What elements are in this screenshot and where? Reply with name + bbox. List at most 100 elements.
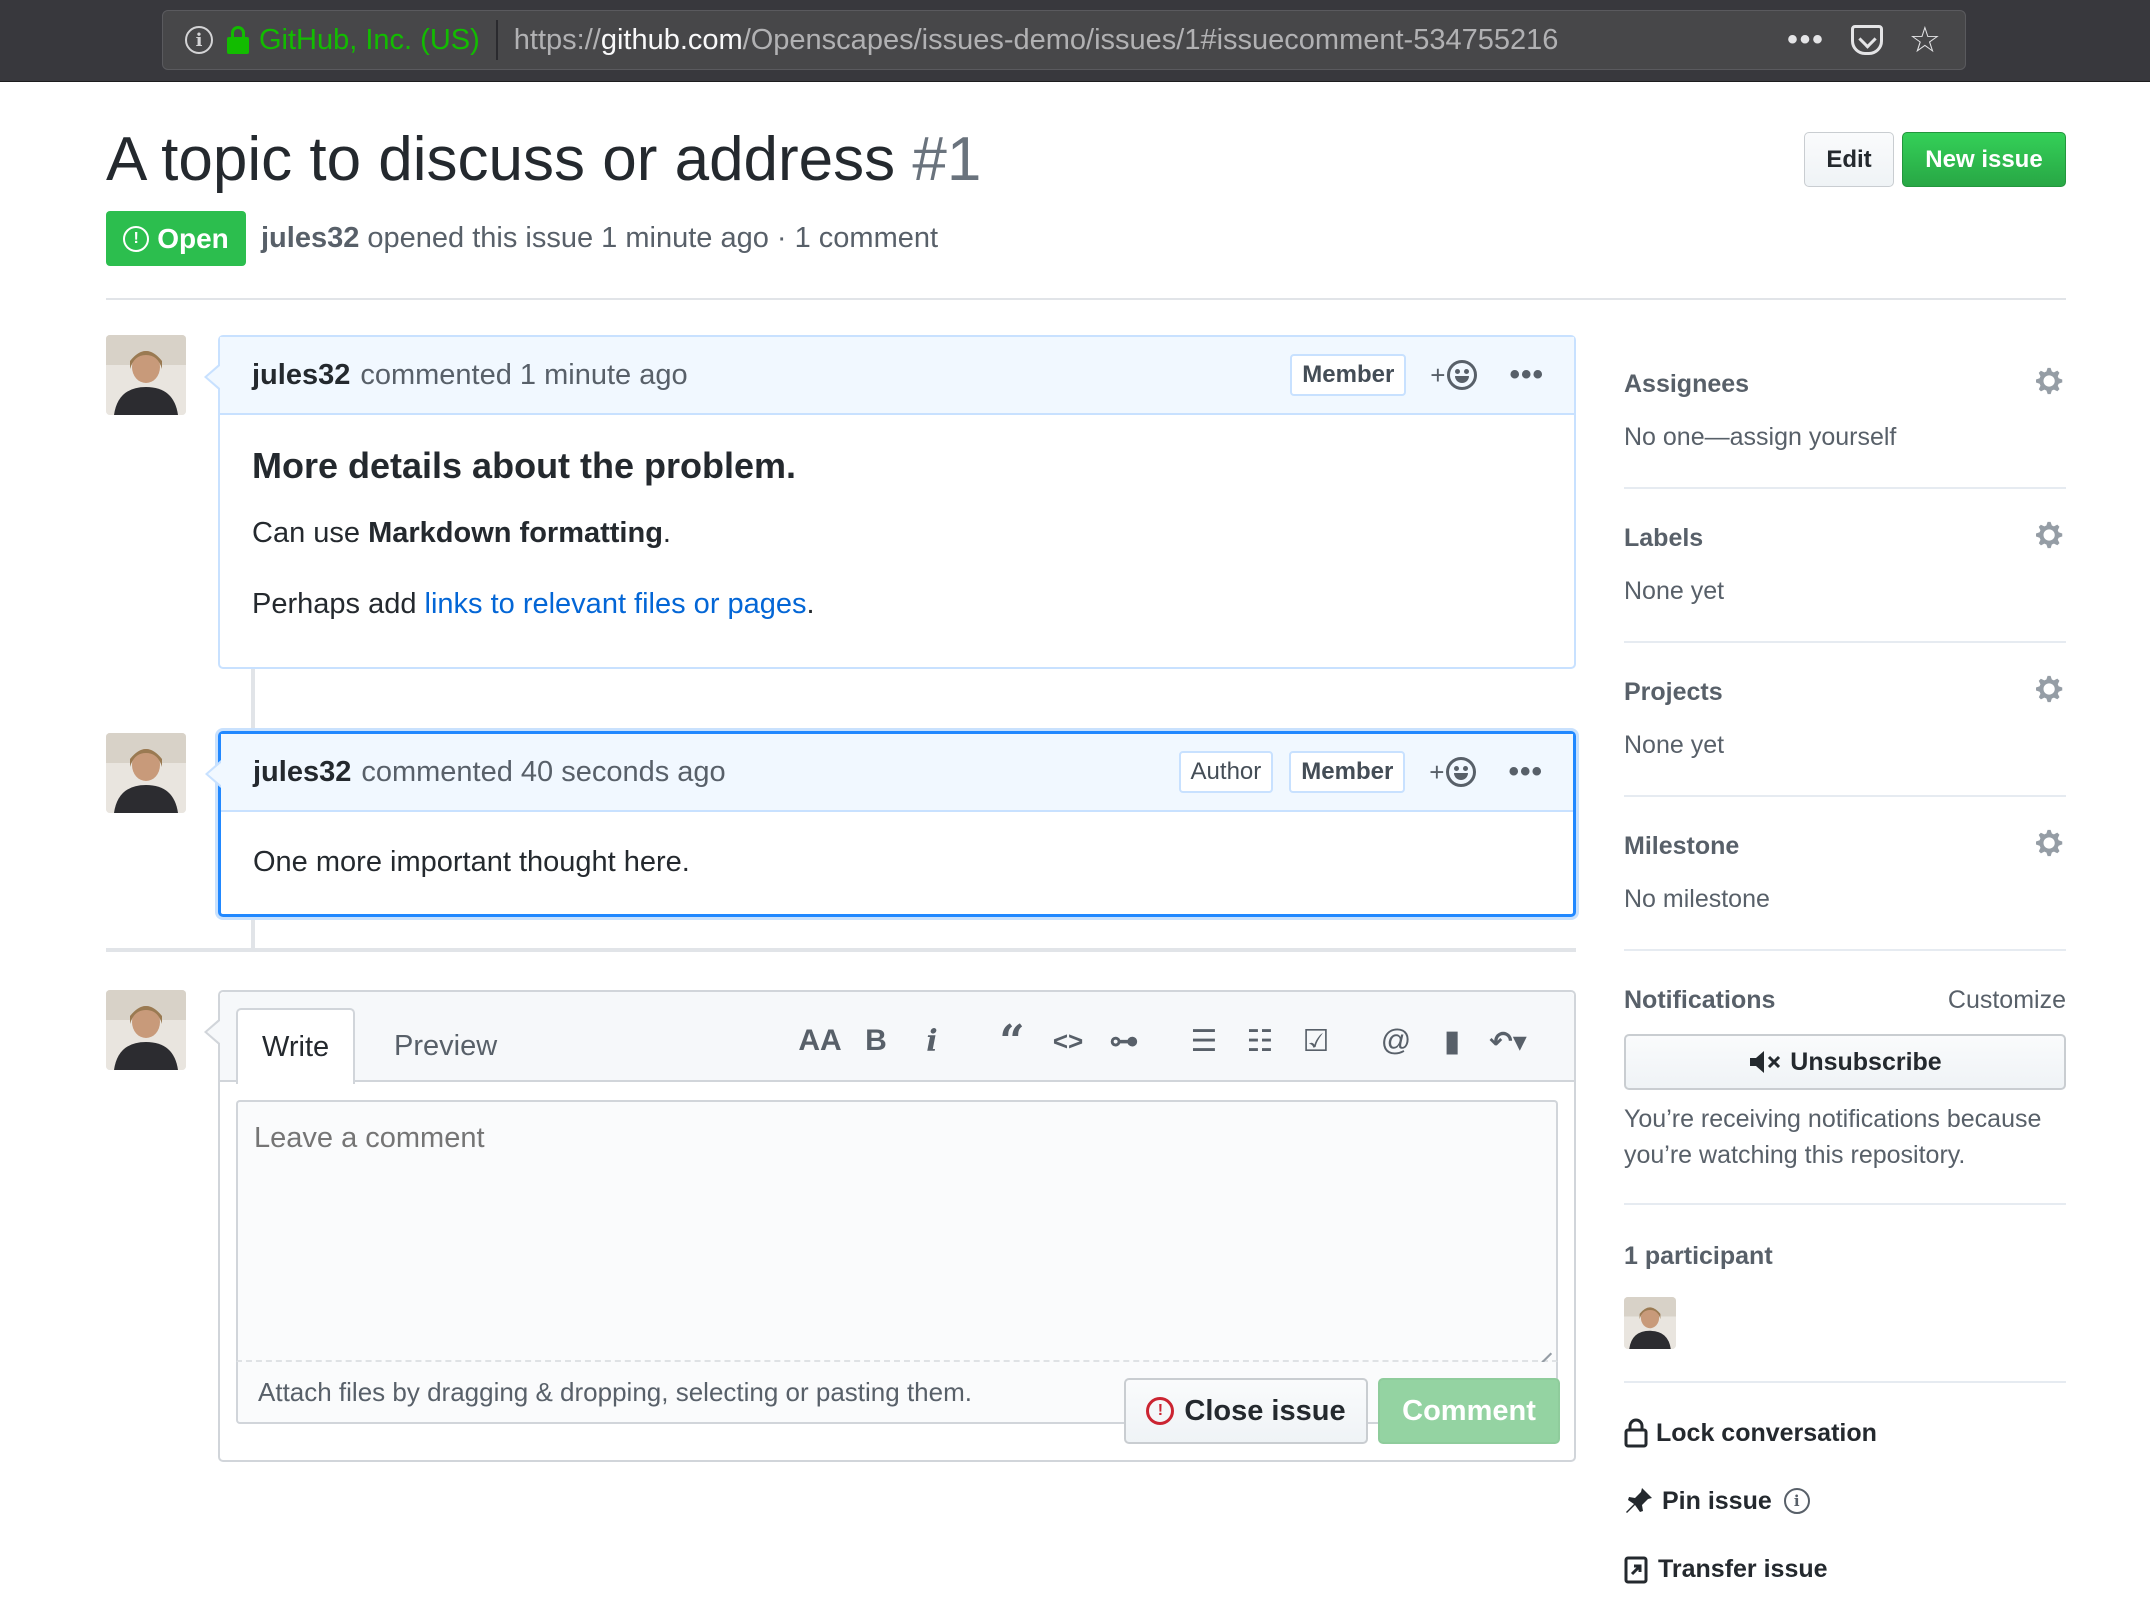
sidebar-title[interactable]: Labels bbox=[1624, 524, 2066, 553]
sidebar-milestone: Milestone No milestone bbox=[1624, 829, 2066, 914]
comment-author[interactable]: jules32 bbox=[253, 756, 351, 789]
sidebar-participants: 1 participant bbox=[1624, 1242, 2066, 1271]
assign-yourself-link[interactable]: No one—assign yourself bbox=[1624, 423, 2066, 452]
member-badge: Member bbox=[1289, 751, 1406, 793]
comment-author[interactable]: jules32 bbox=[252, 359, 350, 392]
edit-button[interactable]: Edit bbox=[1804, 132, 1894, 187]
comment-options-icon[interactable]: ••• bbox=[1508, 755, 1543, 789]
avatar[interactable] bbox=[106, 990, 186, 1070]
comment-timestamp[interactable]: commented 40 seconds ago bbox=[361, 756, 725, 789]
bold-icon[interactable]: B bbox=[848, 1024, 904, 1058]
comment-paragraph: Can use Markdown formatting. bbox=[252, 517, 671, 549]
quote-icon[interactable]: “ bbox=[984, 1016, 1040, 1067]
divider bbox=[1624, 795, 2066, 797]
task-list-icon[interactable]: ☑ bbox=[1288, 1024, 1344, 1059]
info-icon[interactable]: i bbox=[1783, 1488, 1810, 1514]
ellipsis-icon[interactable]: ••• bbox=[1787, 23, 1825, 57]
sidebar-title[interactable]: Assignees bbox=[1624, 370, 2066, 399]
status-badge: ! Open bbox=[106, 211, 246, 266]
sidebar-projects: Projects None yet bbox=[1624, 675, 2066, 760]
address-bar[interactable]: i GitHub, Inc. (US) https://github.com/O… bbox=[162, 10, 1966, 70]
comment-header: jules32 commented 1 minute ago Member + … bbox=[220, 337, 1574, 415]
sidebar-title: 1 participant bbox=[1624, 1242, 1773, 1270]
sidebar-labels: Labels None yet bbox=[1624, 521, 2066, 606]
comment-card: jules32 commented 40 seconds ago Author … bbox=[205, 731, 1576, 917]
comment-textarea[interactable] bbox=[236, 1100, 1558, 1362]
smiley-icon bbox=[1446, 757, 1477, 787]
close-issue-button[interactable]: ! Close issue bbox=[1124, 1378, 1368, 1444]
gear-icon[interactable] bbox=[2036, 366, 2066, 396]
url-text[interactable]: https://github.com/Openscapes/issues-dem… bbox=[514, 24, 1559, 57]
site-identity[interactable]: GitHub, Inc. (US) bbox=[259, 24, 480, 57]
comment-timestamp[interactable]: commented 1 minute ago bbox=[360, 359, 687, 392]
code-icon[interactable]: <> bbox=[1040, 1026, 1096, 1057]
sidebar-title[interactable]: Projects bbox=[1624, 678, 2066, 707]
comment-link[interactable]: links to relevant files or pages bbox=[425, 588, 807, 620]
mention-icon[interactable]: @ bbox=[1368, 1024, 1424, 1058]
markdown-toolbar: AA B i “ <> ⊶ ☰ ☷ ☑ @ ▮ ↶▾ bbox=[792, 1014, 1536, 1068]
issue-opened-icon: ! bbox=[123, 225, 150, 252]
mute-icon bbox=[1750, 1051, 1781, 1073]
comment-heading: More details about the problem. bbox=[252, 445, 797, 486]
comment-options-icon[interactable]: ••• bbox=[1509, 358, 1544, 392]
participant-avatar[interactable] bbox=[1624, 1297, 1676, 1349]
pocket-icon[interactable] bbox=[1850, 25, 1883, 55]
browser-toolbar: i GitHub, Inc. (US) https://github.com/O… bbox=[0, 0, 2150, 82]
issue-closed-icon: ! bbox=[1146, 1397, 1175, 1425]
comment-button[interactable]: Comment bbox=[1378, 1378, 1560, 1444]
italic-icon[interactable]: i bbox=[904, 1024, 960, 1059]
timeline-line bbox=[251, 668, 255, 730]
comment-body: One more important thought here. bbox=[221, 812, 1573, 913]
smiley-icon bbox=[1447, 360, 1478, 390]
issue-title: A topic to discuss or address #1 bbox=[106, 125, 982, 194]
sidebar-assignees: Assignees No one—assign yourself bbox=[1624, 367, 2066, 452]
divider bbox=[106, 298, 2066, 300]
sidebar-title[interactable]: Milestone bbox=[1624, 832, 2066, 861]
saved-reply-icon[interactable]: ▮ bbox=[1424, 1024, 1480, 1059]
new-issue-button[interactable]: New issue bbox=[1902, 132, 2066, 187]
gear-icon[interactable] bbox=[2036, 674, 2066, 704]
sidebar-value: No milestone bbox=[1624, 885, 1770, 913]
transfer-issue-button[interactable]: Transfer issue bbox=[1624, 1554, 1828, 1584]
gear-icon[interactable] bbox=[2036, 828, 2066, 858]
divider bbox=[1624, 1381, 2066, 1383]
issue-number: #1 bbox=[912, 125, 982, 194]
gear-icon[interactable] bbox=[2036, 520, 2066, 550]
lock-icon[interactable] bbox=[227, 26, 249, 54]
reply-icon[interactable]: ↶▾ bbox=[1480, 1025, 1536, 1058]
pin-issue-button[interactable]: Pin issue i bbox=[1624, 1486, 1810, 1516]
comment-form: Write Preview AA B i “ <> ⊶ ☰ ☷ ☑ @ ▮ ↶▾… bbox=[204, 990, 1576, 1462]
sidebar-value: None yet bbox=[1624, 577, 1725, 605]
transfer-icon bbox=[1624, 1556, 1648, 1584]
heading-icon[interactable]: AA bbox=[792, 1024, 848, 1058]
comment-paragraph: Perhaps add links to relevant files or p… bbox=[252, 587, 815, 620]
add-reaction-button[interactable]: + bbox=[1430, 360, 1478, 391]
editor-tabs: Write Preview AA B i “ <> ⊶ ☰ ☷ ☑ @ ▮ ↶▾ bbox=[220, 992, 1574, 1084]
link-icon[interactable]: ⊶ bbox=[1096, 1024, 1152, 1059]
avatar[interactable] bbox=[106, 335, 186, 415]
customize-link[interactable]: Customize bbox=[1948, 986, 2066, 1015]
author-link[interactable]: jules32 bbox=[261, 222, 359, 254]
divider bbox=[1624, 641, 2066, 643]
sidebar-value: None yet bbox=[1624, 731, 1725, 759]
member-badge: Member bbox=[1290, 354, 1407, 396]
unsubscribe-button[interactable]: Unsubscribe bbox=[1624, 1034, 2066, 1090]
tab-preview[interactable]: Preview bbox=[370, 1008, 521, 1084]
lock-conversation-button[interactable]: Lock conversation bbox=[1624, 1418, 1877, 1448]
info-icon[interactable]: i bbox=[185, 26, 213, 54]
comment-header: jules32 commented 40 seconds ago Author … bbox=[221, 734, 1573, 812]
pin-icon bbox=[1626, 1488, 1652, 1513]
comment-card: jules32 commented 1 minute ago Member + … bbox=[204, 335, 1576, 669]
resize-handle-icon[interactable] bbox=[1530, 1332, 1552, 1354]
ordered-list-icon[interactable]: ☷ bbox=[1232, 1024, 1288, 1059]
avatar[interactable] bbox=[106, 733, 186, 813]
add-reaction-button[interactable]: + bbox=[1429, 757, 1477, 788]
comment-body: More details about the problem. Can use … bbox=[220, 415, 1574, 654]
divider bbox=[1624, 949, 2066, 951]
notification-reason: You’re receiving notifications because y… bbox=[1624, 1105, 2042, 1169]
tab-write[interactable]: Write bbox=[236, 1008, 356, 1084]
unordered-list-icon[interactable]: ☰ bbox=[1176, 1024, 1232, 1059]
star-icon[interactable]: ☆ bbox=[1909, 22, 1941, 58]
divider bbox=[495, 20, 498, 60]
divider bbox=[1624, 1203, 2066, 1205]
